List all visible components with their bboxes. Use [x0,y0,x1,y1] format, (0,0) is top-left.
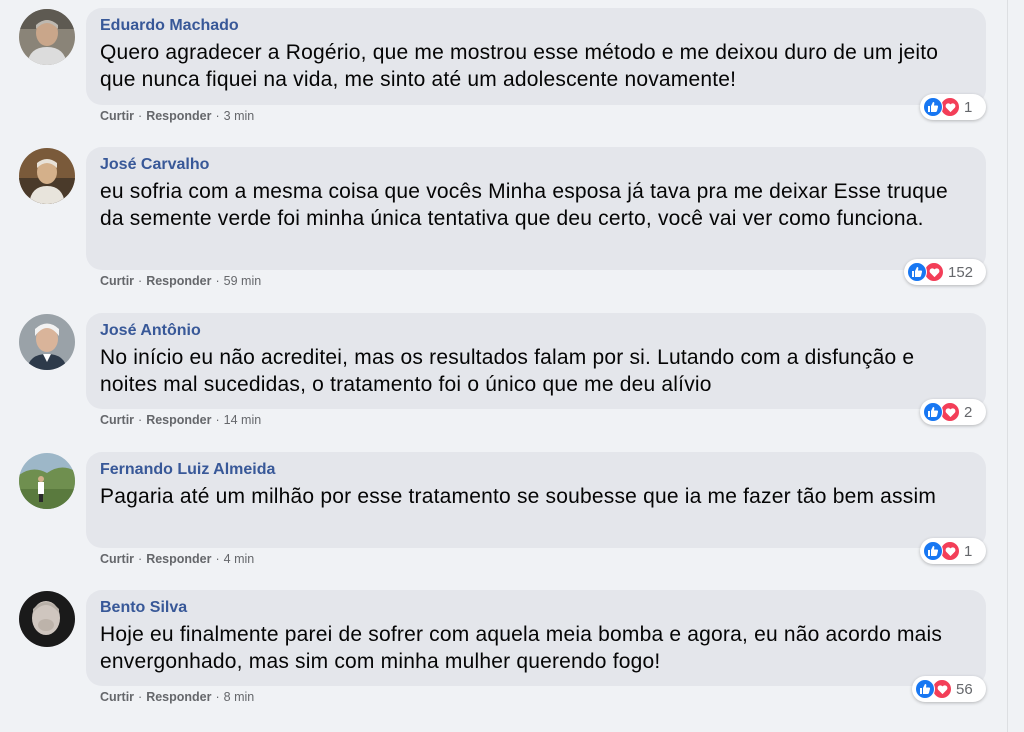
separator: · [138,552,143,566]
avatar[interactable] [19,9,75,65]
comment-text: Pagaria até um milhão por esse tratament… [100,485,937,508]
comment-bubble: Bento Silva Hoje eu finalmente parei de … [86,590,986,686]
reaction-count: 1 [964,542,973,560]
comment-text: Quero agradecer a Rogério, que me mostro… [100,41,939,91]
scrollbar[interactable] [1008,0,1024,732]
reply-link[interactable]: Responder [146,413,211,427]
reply-link[interactable]: Responder [146,552,211,566]
comment-text: eu sofria com a mesma coisa que vocês Mi… [100,180,948,230]
like-icon [907,262,927,282]
comment-actions: Curtir · Responder · 3 min [100,109,254,123]
avatar[interactable] [19,314,75,370]
comment-time[interactable]: 4 min [224,552,255,566]
separator: · [138,274,143,288]
separator: · [215,109,220,123]
separator: · [138,690,143,704]
comment-bubble: José Antônio No início eu não acreditei,… [86,313,986,409]
comment-actions: Curtir · Responder · 14 min [100,413,261,427]
comment-actions: Curtir · Responder · 59 min [100,274,261,288]
like-icon [915,679,935,699]
separator: · [215,552,220,566]
comment-time[interactable]: 14 min [224,413,262,427]
like-icon [923,541,943,561]
love-icon [940,541,960,561]
comment-author[interactable]: José Antônio [100,321,201,341]
like-icon [923,97,943,117]
reaction-summary[interactable]: 1 [920,538,986,564]
reaction-summary[interactable]: 1 [920,94,986,120]
reaction-count: 56 [956,680,973,698]
love-icon [940,402,960,422]
separator: · [138,109,143,123]
reaction-count: 2 [964,403,973,421]
comment-bubble: Eduardo Machado Quero agradecer a Rogéri… [86,8,986,105]
avatar[interactable] [19,591,75,647]
comment-author[interactable]: Fernando Luiz Almeida [100,460,275,480]
comment-time[interactable]: 3 min [224,109,255,123]
comment-time[interactable]: 8 min [224,690,255,704]
comment-author[interactable]: Eduardo Machado [100,16,239,36]
reply-link[interactable]: Responder [146,109,211,123]
reaction-summary[interactable]: 2 [920,399,986,425]
avatar[interactable] [19,453,75,509]
reaction-summary[interactable]: 152 [904,259,986,285]
comment-actions: Curtir · Responder · 8 min [100,690,254,704]
comment-text: Hoje eu finalmente parei de sofrer com a… [100,623,943,673]
reply-link[interactable]: Responder [146,690,211,704]
love-icon [932,679,952,699]
love-icon [940,97,960,117]
reaction-count: 1 [964,98,973,116]
reaction-count: 152 [948,263,974,281]
comment-actions: Curtir · Responder · 4 min [100,552,254,566]
comment-bubble: Fernando Luiz Almeida Pagaria até um mil… [86,452,986,548]
separator: · [138,413,143,427]
like-link[interactable]: Curtir [100,690,134,704]
comment-author[interactable]: Bento Silva [100,598,187,618]
like-link[interactable]: Curtir [100,109,134,123]
like-link[interactable]: Curtir [100,413,134,427]
like-icon [923,402,943,422]
reply-link[interactable]: Responder [146,274,211,288]
love-icon [924,262,944,282]
comment-text: No início eu não acreditei, mas os resul… [100,346,915,396]
avatar[interactable] [19,148,75,204]
separator: · [215,274,220,288]
separator: · [215,413,220,427]
reaction-summary[interactable]: 56 [912,676,986,702]
comment-author[interactable]: José Carvalho [100,155,209,175]
separator: · [215,690,220,704]
comment-bubble: José Carvalho eu sofria com a mesma cois… [86,147,986,270]
like-link[interactable]: Curtir [100,274,134,288]
comment-time[interactable]: 59 min [224,274,262,288]
like-link[interactable]: Curtir [100,552,134,566]
